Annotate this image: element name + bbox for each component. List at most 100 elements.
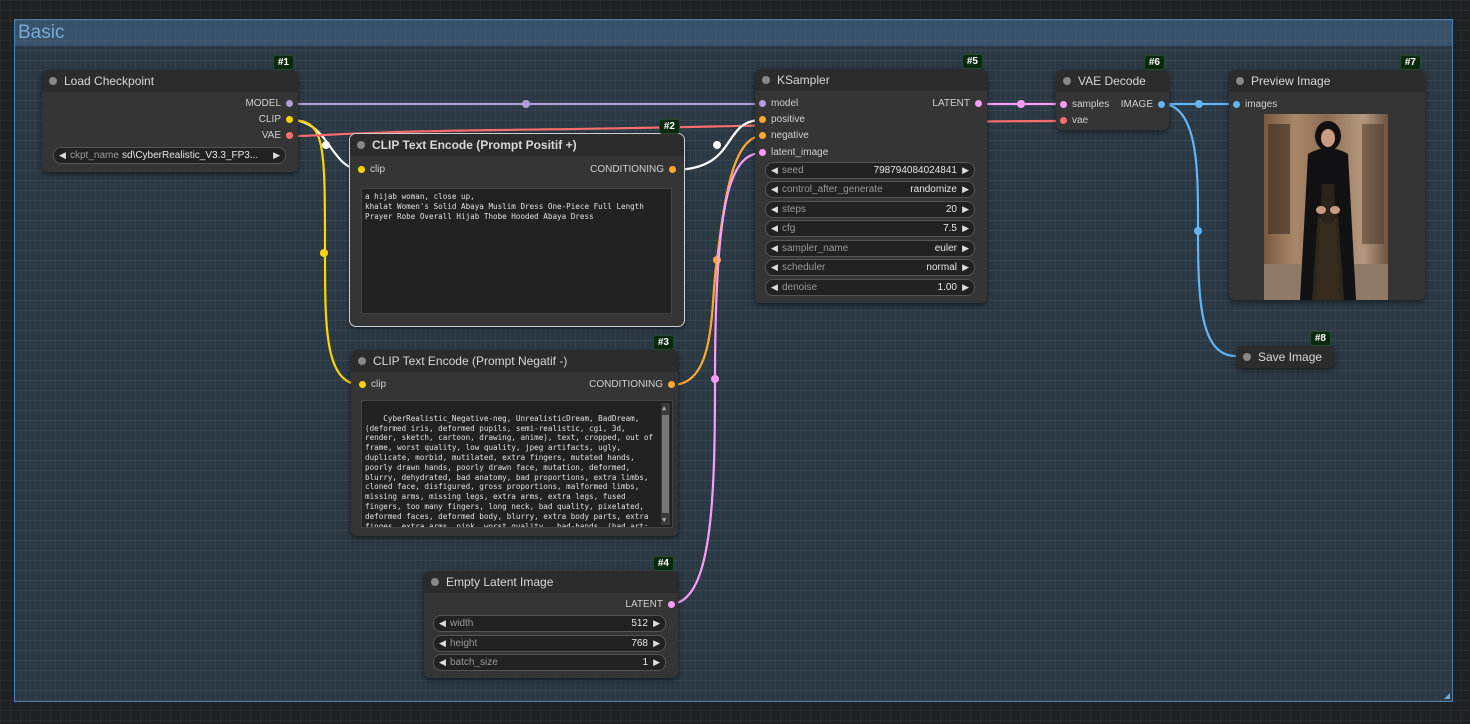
slot-dot-icon[interactable] (1060, 117, 1067, 124)
batch-size-number-widget[interactable]: ◀ batch_size 1 ▶ (433, 654, 666, 671)
group-resize-handle[interactable] (1444, 693, 1450, 699)
input-images[interactable]: images (1233, 98, 1277, 112)
slot-dot-icon[interactable] (975, 100, 982, 107)
node-title[interactable]: KSampler (755, 69, 987, 91)
node-title[interactable]: Empty Latent Image (424, 571, 678, 593)
arrow-left-icon[interactable]: ◀ (771, 280, 778, 295)
arrow-right-icon[interactable]: ▶ (962, 241, 969, 256)
node-empty-latent-image[interactable]: #4 Empty Latent Image LATENT ◀ width 512 ▶ … (424, 556, 678, 678)
scroll-down-icon[interactable]: ▼ (662, 516, 666, 524)
input-clip[interactable]: clip (358, 163, 385, 177)
arrow-right-icon[interactable]: ▶ (653, 616, 660, 631)
input-vae[interactable]: vae (1060, 114, 1088, 128)
collapse-dot-icon[interactable] (1236, 77, 1244, 85)
slot-dot-icon[interactable] (759, 116, 766, 123)
slot-dot-icon[interactable] (1233, 101, 1240, 108)
input-model[interactable]: model (759, 97, 798, 111)
collapse-dot-icon[interactable] (1243, 353, 1251, 361)
node-title[interactable]: Load Checkpoint (42, 70, 298, 92)
control-after-generate-widget[interactable]: ◀ control_after_generate randomize ▶ (765, 181, 975, 198)
steps-widget[interactable]: ◀ steps 20 ▶ (765, 201, 975, 218)
slot-dot-icon[interactable] (1060, 101, 1067, 108)
node-preview-image[interactable]: #7 Preview Image images (1229, 55, 1425, 300)
slot-dot-icon[interactable] (1158, 101, 1165, 108)
input-latent-image[interactable]: latent_image (759, 146, 828, 160)
slot-dot-icon[interactable] (759, 100, 766, 107)
scrollbar[interactable]: ▲ ▼ (661, 403, 670, 525)
arrow-left-icon[interactable]: ◀ (439, 636, 446, 651)
ckpt-name-combo[interactable]: ◀ ckpt_name sd\CyberRealistic_V3.3_FP3..… (53, 147, 286, 164)
arrow-left-icon[interactable]: ◀ (771, 221, 778, 236)
slot-dot-icon[interactable] (286, 116, 293, 123)
collapse-dot-icon[interactable] (431, 578, 439, 586)
scroll-thumb[interactable] (662, 415, 669, 513)
prompt-text-area[interactable]: a hijab woman, close up, khalat Women's … (361, 188, 672, 314)
arrow-left-icon[interactable]: ◀ (771, 241, 778, 256)
collapse-dot-icon[interactable] (762, 76, 770, 84)
scheduler-widget[interactable]: ◀ scheduler normal ▶ (765, 259, 975, 276)
input-samples[interactable]: samples (1060, 98, 1109, 112)
output-image[interactable]: IMAGE (1121, 98, 1165, 112)
arrow-left-icon[interactable]: ◀ (771, 260, 778, 275)
arrow-right-icon[interactable]: ▶ (653, 655, 660, 670)
denoise-widget[interactable]: ◀ denoise 1.00 ▶ (765, 279, 975, 296)
node-vae-decode[interactable]: #6 VAE Decode samples vae IMAGE (1056, 55, 1169, 130)
node-save-image[interactable]: #8 Save Image (1236, 331, 1335, 368)
scroll-up-icon[interactable]: ▲ (662, 404, 666, 412)
arrow-right-icon[interactable]: ▶ (962, 221, 969, 236)
arrow-right-icon[interactable]: ▶ (962, 202, 969, 217)
node-clip-text-encode-positive[interactable]: #2 CLIP Text Encode (Prompt Positif +) c… (349, 119, 685, 327)
arrow-right-icon[interactable]: ▶ (653, 636, 660, 651)
node-load-checkpoint[interactable]: #1 Load Checkpoint MODEL CLIP VAE ◀ ckpt… (42, 55, 298, 172)
cfg-widget[interactable]: ◀ cfg 7.5 ▶ (765, 220, 975, 237)
slot-dot-icon[interactable] (759, 149, 766, 156)
output-conditioning[interactable]: CONDITIONING (590, 163, 676, 177)
slot-dot-icon[interactable] (668, 601, 675, 608)
arrow-right-icon[interactable]: ▶ (962, 260, 969, 275)
slot-dot-icon[interactable] (759, 132, 766, 139)
seed-widget[interactable]: ◀ seed 798794084024841 ▶ (765, 162, 975, 179)
node-title[interactable]: CLIP Text Encode (Prompt Positif +) (350, 134, 684, 156)
output-latent[interactable]: LATENT (932, 97, 982, 111)
node-title[interactable]: Save Image (1236, 346, 1335, 368)
slot-dot-icon[interactable] (669, 166, 676, 173)
node-clip-text-encode-negative[interactable]: #3 CLIP Text Encode (Prompt Negatif -) c… (351, 335, 678, 536)
arrow-left-icon[interactable]: ◀ (59, 148, 66, 163)
collapse-dot-icon[interactable] (358, 357, 366, 365)
slot-dot-icon[interactable] (359, 381, 366, 388)
input-negative[interactable]: negative (759, 129, 809, 143)
collapse-dot-icon[interactable] (1063, 77, 1071, 85)
arrow-right-icon[interactable]: ▶ (962, 280, 969, 295)
arrow-left-icon[interactable]: ◀ (771, 202, 778, 217)
input-clip[interactable]: clip (359, 378, 386, 392)
slot-dot-icon[interactable] (286, 132, 293, 139)
collapse-dot-icon[interactable] (357, 141, 365, 149)
width-number-widget[interactable]: ◀ width 512 ▶ (433, 615, 666, 632)
output-model[interactable]: MODEL (245, 97, 293, 111)
preview-image-thumbnail[interactable] (1264, 114, 1388, 300)
arrow-right-icon[interactable]: ▶ (273, 148, 280, 163)
height-number-widget[interactable]: ◀ height 768 ▶ (433, 635, 666, 652)
output-clip[interactable]: CLIP (259, 113, 293, 127)
slot-dot-icon[interactable] (358, 166, 365, 173)
node-title[interactable]: VAE Decode (1056, 70, 1169, 92)
arrow-right-icon[interactable]: ▶ (962, 182, 969, 197)
prompt-text-area[interactable]: CyberRealistic_Negative-neg, Unrealistic… (361, 400, 673, 528)
output-vae[interactable]: VAE (262, 129, 293, 143)
output-conditioning[interactable]: CONDITIONING (589, 378, 675, 392)
collapse-dot-icon[interactable] (49, 77, 57, 85)
node-ksampler[interactable]: #5 KSampler model positive negative late… (755, 54, 987, 303)
slot-dot-icon[interactable] (286, 100, 293, 107)
slot-dot-icon[interactable] (668, 381, 675, 388)
arrow-left-icon[interactable]: ◀ (771, 163, 778, 178)
arrow-left-icon[interactable]: ◀ (771, 182, 778, 197)
arrow-left-icon[interactable]: ◀ (439, 655, 446, 670)
group-header[interactable] (15, 20, 1452, 46)
arrow-left-icon[interactable]: ◀ (439, 616, 446, 631)
input-positive[interactable]: positive (759, 113, 805, 127)
output-latent[interactable]: LATENT (625, 598, 675, 612)
node-title[interactable]: Preview Image (1229, 70, 1425, 92)
sampler-name-widget[interactable]: ◀ sampler_name euler ▶ (765, 240, 975, 257)
arrow-right-icon[interactable]: ▶ (962, 163, 969, 178)
node-title[interactable]: CLIP Text Encode (Prompt Negatif -) (351, 350, 678, 372)
